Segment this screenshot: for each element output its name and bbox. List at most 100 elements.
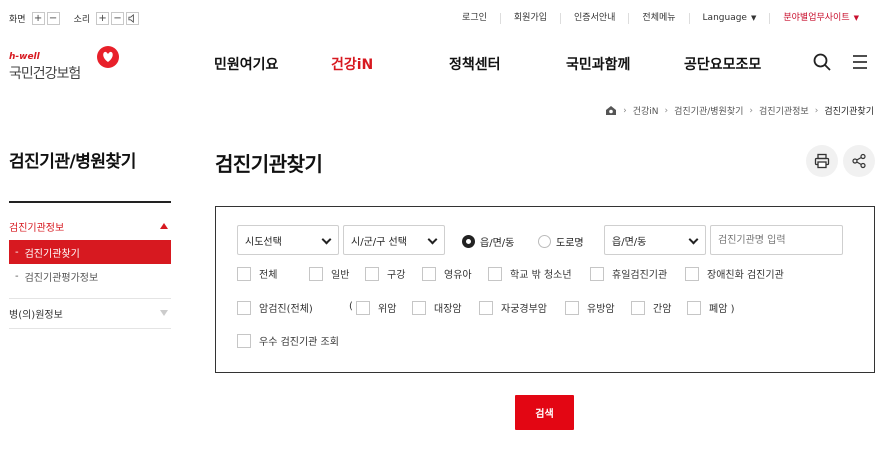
- menu-with-citizens[interactable]: 국민과함께: [566, 54, 630, 74]
- utility-links: 로그인 회원가입 인증서안내 전체메뉴 Language ▼ 분야별업무사이트 ▼: [449, 13, 872, 24]
- menu-policy-center[interactable]: 정책센터: [449, 54, 501, 74]
- checkbox-stomach-cancer[interactable]: 위암: [356, 300, 396, 315]
- radio-checked-icon: [462, 235, 475, 248]
- chevron-right-icon: ›: [623, 105, 627, 116]
- sound-label: 소리: [73, 15, 91, 25]
- chevron-right-icon: ›: [814, 105, 819, 116]
- checkbox-label: 영유아: [444, 270, 472, 281]
- language-selector[interactable]: Language ▼: [688, 13, 770, 24]
- checkbox-breast-cancer[interactable]: 유방암: [565, 300, 615, 315]
- hamburger-menu-icon[interactable]: [850, 52, 870, 72]
- checkbox-label: 대장암: [434, 304, 462, 315]
- checkbox-label: 자궁경부암: [501, 304, 547, 315]
- home-icon[interactable]: [605, 105, 617, 116]
- radio-label: 도로명: [556, 238, 584, 249]
- dong-select-value: 읍/면/동: [612, 236, 647, 248]
- sidebar-divider: [9, 298, 171, 299]
- sidebar-item-label: 검진기관찾기: [24, 248, 80, 260]
- menu-about-nhis[interactable]: 공단요모조모: [684, 54, 761, 74]
- sidebar-section-checkup-info[interactable]: 검진기관정보: [9, 216, 171, 236]
- search-icon[interactable]: [812, 52, 832, 72]
- sidebar-section-label: 병(의)원정보: [9, 309, 63, 321]
- radio-road[interactable]: 도로명: [538, 234, 584, 249]
- speaker-icon[interactable]: [126, 12, 140, 25]
- checkbox-disability-friendly[interactable]: 장애친화 검진기관: [685, 266, 784, 281]
- search-button[interactable]: 검색: [515, 395, 574, 430]
- checkbox-label: 위암: [378, 304, 397, 315]
- radio-unchecked-icon: [538, 235, 551, 248]
- checkbox-label: 우수 검진기관 조회: [259, 337, 339, 348]
- breadcrumb: › 건강iN › 검진기관/병원찾기 › 검진기관정보 › 검진기관찾기: [605, 104, 874, 117]
- checkbox-all[interactable]: 전체: [237, 266, 277, 281]
- page-title: 검진기관찾기: [215, 152, 323, 176]
- chevron-down-icon: [427, 234, 438, 245]
- signup-link[interactable]: 회원가입: [499, 13, 560, 24]
- checkbox-label: 구강: [387, 270, 406, 281]
- chevron-right-icon: ›: [664, 105, 669, 116]
- certificate-guide-link[interactable]: 인증서안내: [560, 13, 628, 24]
- checkbox-label: 암검진(전체): [259, 304, 313, 315]
- sidebar-item-label: 검진기관평가정보: [24, 272, 99, 284]
- menu-minwon[interactable]: 민원여기요: [214, 54, 278, 74]
- sigungu-select-value: 시/군/구 선택: [351, 236, 407, 248]
- checkbox-label: 간암: [653, 304, 672, 315]
- business-sites-selector[interactable]: 분야별업무사이트 ▼: [769, 13, 872, 24]
- sidebar-divider: [9, 201, 171, 203]
- sido-select[interactable]: 시도선택: [237, 225, 339, 255]
- chevron-right-icon: ›: [749, 105, 754, 116]
- checkbox-cervical-cancer[interactable]: 자궁경부암: [479, 300, 547, 315]
- checkbox-excellent-institution[interactable]: 우수 검진기관 조회: [237, 333, 339, 348]
- checkbox-colon-cancer[interactable]: 대장암: [412, 300, 462, 315]
- institution-name-input[interactable]: [710, 225, 843, 255]
- caret-down-icon: ▼: [853, 14, 859, 22]
- print-button[interactable]: [806, 145, 838, 177]
- utility-bar: 화면 + − 소리 + − 로그인 회원가입 인증서안내 전체메뉴 Langua…: [0, 0, 882, 40]
- checkbox-lung-cancer[interactable]: 폐암 ): [687, 300, 734, 315]
- full-menu-link[interactable]: 전체메뉴: [628, 13, 688, 24]
- language-label: Language: [702, 13, 747, 23]
- checkbox-liver-cancer[interactable]: 간암: [631, 300, 671, 315]
- sido-select-value: 시도선택: [245, 236, 282, 248]
- sidebar-item-checkup-evaluation[interactable]: - 검진기관평가정보: [9, 264, 171, 288]
- share-button[interactable]: [843, 145, 875, 177]
- checkbox-general[interactable]: 일반: [309, 266, 349, 281]
- sigungu-select[interactable]: 시/군/구 선택: [343, 225, 445, 255]
- checkbox-out-of-school-youth[interactable]: 학교 밖 청소년: [488, 266, 572, 281]
- radio-dong[interactable]: 읍/면/동: [462, 234, 514, 249]
- zoom-in-button[interactable]: +: [31, 12, 45, 25]
- sidebar-title: 검진기관/병원찾기: [9, 152, 136, 172]
- triangle-up-icon: [160, 223, 168, 229]
- volume-down-button[interactable]: −: [111, 12, 125, 25]
- breadcrumb-item[interactable]: 검진기관/병원찾기: [674, 104, 743, 117]
- sidebar-section-hospital-info[interactable]: 병(의)원정보: [9, 303, 171, 323]
- checkbox-dental[interactable]: 구강: [365, 266, 405, 281]
- business-sites-label: 분야별업무사이트: [783, 13, 850, 23]
- zoom-out-button[interactable]: −: [46, 12, 60, 25]
- dong-select[interactable]: 읍/면/동: [604, 225, 706, 255]
- chevron-down-icon: [321, 234, 332, 245]
- triangle-down-icon: [160, 310, 168, 316]
- sidebar-section-label: 검진기관정보: [9, 222, 65, 234]
- login-link[interactable]: 로그인: [449, 13, 500, 24]
- breadcrumb-item[interactable]: 검진기관정보: [759, 104, 809, 117]
- checkbox-infant[interactable]: 영유아: [422, 266, 472, 281]
- menu-health-in[interactable]: 건강iN: [331, 54, 373, 74]
- search-form-panel: 시도선택 시/군/구 선택 읍/면/동 도로명 읍/면/동 전체 일반 구강 영…: [215, 206, 875, 373]
- checkbox-holiday[interactable]: 휴일검진기관: [590, 266, 667, 281]
- screen-size-label: 화면: [9, 15, 26, 25]
- checkbox-label: 휴일검진기관: [612, 270, 668, 281]
- volume-up-button[interactable]: +: [96, 12, 110, 25]
- checkbox-label: 일반: [331, 270, 350, 281]
- caret-down-icon: ▼: [750, 14, 757, 22]
- share-icon: [852, 153, 866, 169]
- paren-open: (: [349, 301, 353, 312]
- checkbox-label: 폐암 ): [709, 304, 735, 315]
- checkbox-cancer-all[interactable]: 암검진(전체): [237, 300, 313, 315]
- breadcrumb-current: 검진기관찾기: [824, 107, 874, 117]
- checkbox-label: 학교 밖 청소년: [510, 270, 572, 281]
- chevron-down-icon: [688, 234, 699, 245]
- breadcrumb-item[interactable]: 건강iN: [633, 104, 659, 117]
- accessibility-controls: 화면 + − 소리 + −: [9, 12, 141, 25]
- checkbox-label: 장애친화 검진기관: [707, 270, 784, 281]
- sidebar-item-checkup-search[interactable]: - 검진기관찾기: [9, 240, 171, 264]
